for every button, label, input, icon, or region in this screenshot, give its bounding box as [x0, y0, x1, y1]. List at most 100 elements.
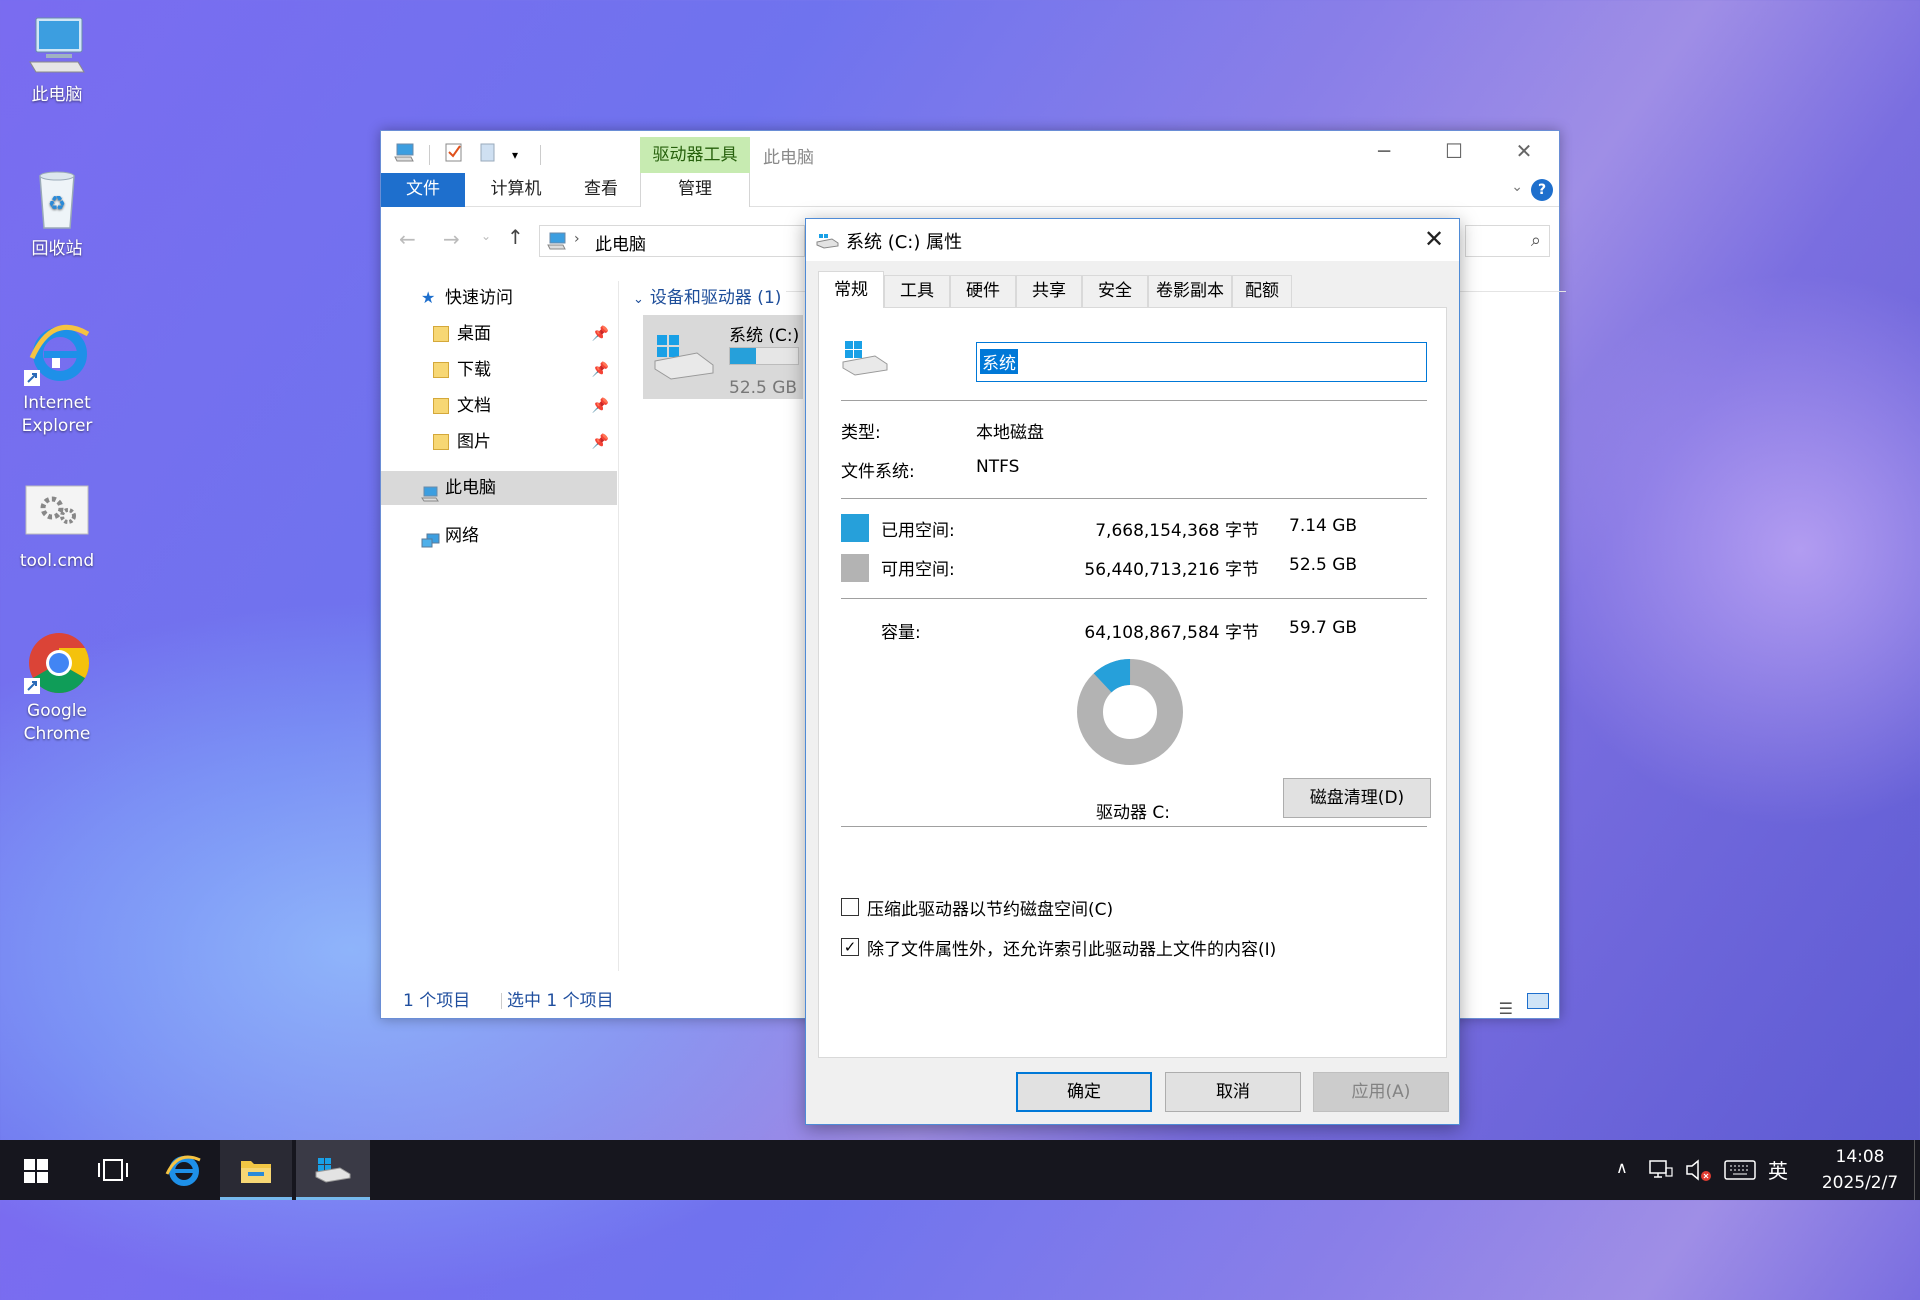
dialog-title: 系统 (C:) 属性 — [846, 232, 963, 253]
filesystem-label: 文件系统: — [841, 462, 915, 482]
nav-item-documents[interactable]: 文档 📌 — [381, 389, 617, 423]
free-space-swatch — [841, 554, 869, 582]
close-button[interactable]: ✕ — [1489, 131, 1559, 171]
group-header[interactable]: ⌄ 设备和驱动器 (1) — [633, 283, 781, 308]
collapse-chevron-icon: ⌄ — [633, 292, 644, 307]
compress-drive-checkbox[interactable] — [841, 898, 859, 916]
drive-icon — [651, 331, 715, 386]
nav-this-pc[interactable]: 此电脑 — [381, 471, 617, 505]
touch-keyboard-icon[interactable] — [1724, 1160, 1756, 1185]
desktop-icon-internet-explorer[interactable]: Internet Explorer — [2, 318, 112, 438]
properties-icon[interactable] — [444, 141, 464, 168]
folder-desktop-icon — [433, 326, 449, 342]
new-folder-icon[interactable] — [478, 141, 498, 168]
details-view-icon[interactable]: ☰ — [1499, 992, 1513, 1026]
index-contents-checkbox[interactable]: ✓ — [841, 938, 859, 956]
tab-manage[interactable]: 管理 — [640, 173, 750, 207]
recent-locations-chevron-icon[interactable]: ⌄ — [481, 229, 491, 243]
desktop-icon-google-chrome[interactable]: Google Chrome — [2, 626, 112, 746]
show-hidden-icons-chevron[interactable]: ∧ — [1616, 1158, 1628, 1177]
general-tab-panel: 系统 类型: 本地磁盘 文件系统: NTFS 已用空间: 7,668,154,3… — [818, 307, 1447, 1058]
this-pc-small-icon — [546, 232, 568, 255]
tab-hardware[interactable]: 硬件 — [950, 275, 1016, 307]
type-label: 类型: — [841, 423, 881, 443]
pin-icon[interactable]: 📌 — [592, 353, 609, 387]
customize-toolbar-icon[interactable]: ▾ — [512, 148, 518, 162]
windows-logo-icon — [24, 1159, 48, 1183]
apply-button[interactable]: 应用(A) — [1313, 1072, 1449, 1112]
nav-item-downloads[interactable]: 下载 📌 — [381, 353, 617, 387]
show-desktop-button[interactable] — [1914, 1140, 1920, 1200]
pin-icon[interactable]: 📌 — [592, 389, 609, 423]
desktop-icon-label: 此电脑 — [31, 85, 83, 105]
input-method-indicator[interactable]: 英 — [1768, 1155, 1788, 1184]
ok-button[interactable]: 确定 — [1016, 1072, 1152, 1112]
desktop-icon-label: Internet Explorer — [21, 393, 93, 436]
free-space-label: 可用空间: — [881, 560, 955, 580]
free-space-bytes: 56,440,713,216 字节 — [1084, 560, 1259, 580]
nav-item-desktop[interactable]: 桌面 📌 — [381, 317, 617, 351]
clock-time: 14:08 — [1835, 1147, 1885, 1167]
network-icon — [421, 528, 440, 548]
tab-view[interactable]: 查看 — [561, 173, 641, 207]
desktop-icon-this-pc[interactable]: 此电脑 — [2, 10, 112, 107]
network-status-icon[interactable] — [1648, 1158, 1674, 1185]
desktop-icon-label: tool.cmd — [19, 551, 95, 571]
folder-documents-icon — [433, 398, 449, 414]
help-icon[interactable]: ? — [1531, 179, 1553, 201]
search-input[interactable]: ⌕ — [1465, 225, 1550, 257]
filesystem-value: NTFS — [976, 457, 1020, 477]
forward-arrow-icon[interactable]: → — [443, 227, 460, 251]
nav-quick-access[interactable]: ★ 快速访问 — [381, 281, 617, 315]
taskbar-file-explorer[interactable] — [220, 1140, 292, 1200]
pin-icon[interactable]: 📌 — [592, 425, 609, 459]
disk-cleanup-button[interactable]: 磁盘清理(D) — [1283, 778, 1431, 818]
tab-computer[interactable]: 计算机 — [471, 173, 561, 207]
maximize-button[interactable]: ☐ — [1419, 131, 1489, 171]
recycle-bin-icon: ♻ — [22, 164, 92, 234]
capacity-size: 59.7 GB — [1289, 618, 1358, 638]
start-button[interactable] — [0, 1140, 72, 1200]
volume-name-input[interactable]: 系统 — [976, 342, 1427, 382]
pin-icon[interactable]: 📌 — [592, 317, 609, 351]
volume-muted-icon[interactable] — [1684, 1158, 1714, 1187]
tab-file[interactable]: 文件 — [381, 173, 465, 207]
minimize-button[interactable]: ─ — [1349, 131, 1419, 171]
task-view-icon — [98, 1159, 128, 1181]
computer-icon — [22, 10, 92, 80]
task-view-button[interactable] — [72, 1140, 152, 1200]
tab-quota[interactable]: 配额 — [1232, 275, 1292, 307]
tab-shadow-copies[interactable]: 卷影副本 — [1148, 275, 1232, 307]
breadcrumb-chevron-icon[interactable]: › — [574, 231, 580, 247]
clock[interactable]: 14:08 2025/2/7 — [1810, 1144, 1910, 1196]
desktop-icon-tool-cmd[interactable]: tool.cmd — [2, 476, 112, 573]
dialog-titlebar: 系统 (C:) 属性 ✕ — [806, 219, 1459, 261]
tab-sharing[interactable]: 共享 — [1016, 275, 1082, 307]
drive-tile-c[interactable]: 系统 (C:) 52.5 GB 可 — [643, 315, 803, 399]
nav-label: 快速访问 — [445, 288, 513, 308]
tab-general[interactable]: 常规 — [818, 271, 884, 308]
dialog-close-button[interactable]: ✕ — [1409, 219, 1459, 261]
drive-free-space: 52.5 GB 可 — [729, 378, 803, 398]
breadcrumb-this-pc[interactable]: 此电脑 — [595, 230, 646, 255]
nav-label: 桌面 — [457, 324, 491, 344]
tab-security[interactable]: 安全 — [1082, 275, 1148, 307]
type-value: 本地磁盘 — [976, 423, 1044, 443]
nav-item-pictures[interactable]: 图片 📌 — [381, 425, 617, 459]
desktop-icon-recycle-bin[interactable]: ♻ 回收站 — [2, 164, 112, 261]
drive-properties-dialog: 系统 (C:) 属性 ✕ 常规 工具 硬件 共享 安全 卷影副本 配额 系统 类… — [805, 218, 1460, 1125]
taskbar-drive-properties[interactable] — [296, 1140, 370, 1200]
used-space-swatch — [841, 514, 869, 542]
status-selected-count: 选中 1 个项目 — [507, 991, 614, 1011]
tab-tools[interactable]: 工具 — [884, 275, 950, 307]
nav-network[interactable]: 网络 — [381, 519, 617, 553]
cancel-button[interactable]: 取消 — [1165, 1072, 1301, 1112]
nav-label: 文档 — [457, 396, 491, 416]
large-icons-view-icon[interactable] — [1527, 993, 1549, 1009]
up-arrow-icon[interactable]: ↑ — [507, 225, 524, 249]
taskbar-internet-explorer[interactable] — [144, 1140, 224, 1200]
expand-ribbon-chevron-icon[interactable]: ⌄ — [1511, 179, 1523, 195]
back-arrow-icon[interactable]: ← — [399, 227, 416, 251]
address-input[interactable]: › 此电脑 — [539, 225, 805, 257]
nav-label: 下载 — [457, 360, 491, 380]
